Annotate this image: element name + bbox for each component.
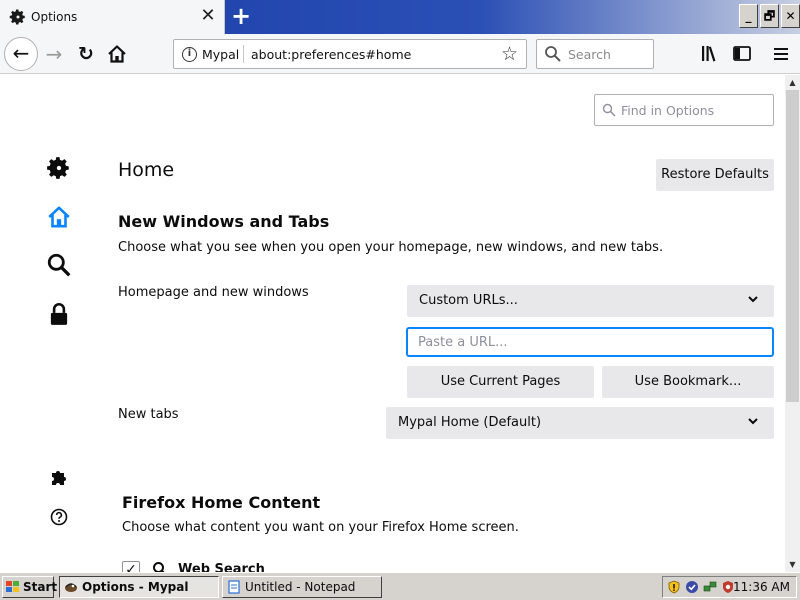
homepage-label: Homepage and new windows [118,285,309,300]
chevron-down-icon [748,296,758,303]
homepage-select-value: Custom URLs... [419,293,518,308]
new-tab-button[interactable]: + [229,3,253,29]
taskbar: Start Options - Mypal Untitled - Notepad [0,572,800,600]
homepage-url-input[interactable] [406,327,774,357]
notepad-icon [228,580,240,594]
tab-strip: Options ✕ + _ 🗗 ✕ [0,0,800,34]
site-info-icon[interactable]: i [182,47,197,62]
security-center-icon[interactable] [685,580,699,594]
vertical-scrollbar[interactable]: ▲ ▼ [785,75,800,572]
gear-icon[interactable] [46,155,72,181]
url-text[interactable]: about:preferences#home [251,47,411,62]
new-tabs-select[interactable]: Mypal Home (Default) [386,407,774,439]
home-button[interactable] [105,42,129,66]
url-bar[interactable]: i Mypal about:preferences#home ☆ [173,39,527,69]
web-search-checkbox[interactable]: ✓ [122,561,140,572]
task-label: Untitled - Notepad [245,580,356,594]
tab-title: Options [31,10,78,24]
system-tray: 11:36 AM [662,576,797,598]
close-tab-icon[interactable]: ✕ [198,5,218,27]
restore-defaults-button[interactable]: Restore Defaults [656,159,774,191]
search-bar[interactable]: Search [536,39,654,69]
task-notepad[interactable]: Untitled - Notepad [222,576,382,598]
homepage-select[interactable]: Custom URLs... [407,285,774,317]
restore-button[interactable]: 🗗 [760,4,779,28]
search-placeholder: Search [568,47,611,62]
url-separator [243,45,244,63]
home-icon[interactable] [46,204,72,230]
start-label: Start [23,580,58,594]
new-windows-heading: New Windows and Tabs [118,212,330,231]
use-bookmark-button[interactable]: Use Bookmark... [602,366,774,398]
search-icon [602,103,616,117]
window-controls: _ 🗗 ✕ [737,4,800,30]
clock: 11:36 AM [733,580,790,594]
help-icon[interactable] [50,508,68,526]
back-button[interactable]: ← [4,37,38,71]
gear-icon [9,9,25,25]
site-identity-label[interactable]: Mypal [202,47,239,62]
home-content-description: Choose what content you want on your Fir… [122,520,519,535]
library-icon[interactable] [700,43,720,65]
scroll-up-arrow-icon[interactable]: ▲ [785,75,800,90]
home-content-heading: Firefox Home Content [122,493,321,512]
minimize-button[interactable]: _ [739,4,758,28]
shield-warning-icon[interactable] [667,580,681,594]
scroll-down-arrow-icon[interactable]: ▼ [785,557,800,572]
menu-icon[interactable] [772,43,790,65]
reload-button[interactable]: ↻ [74,42,98,66]
find-in-options-input[interactable]: Find in Options [594,94,774,126]
task-label: Options - Mypal [82,580,189,594]
task-mypal[interactable]: Options - Mypal [59,576,219,598]
lock-icon[interactable] [46,301,72,327]
search-icon[interactable] [46,252,72,278]
search-icon [545,46,561,62]
start-button[interactable]: Start [2,576,58,598]
use-current-pages-button[interactable]: Use Current Pages [407,366,594,398]
windows-flag-icon [6,581,19,592]
bookmark-star-icon[interactable]: ☆ [501,43,518,65]
sidebar-toggle-icon[interactable] [732,43,752,65]
page-title: Home [118,159,175,181]
find-placeholder: Find in Options [621,103,715,118]
network-icon[interactable] [703,580,717,594]
mypal-browser-icon [65,583,77,592]
search-icon [153,562,165,572]
chevron-down-icon [748,418,758,425]
web-search-label: Web Search [178,562,265,572]
forward-button[interactable]: → [42,42,66,66]
new-windows-description: Choose what you see when you open your h… [118,240,664,255]
new-tabs-select-value: Mypal Home (Default) [398,415,542,430]
scrollbar-thumb[interactable] [786,90,799,402]
new-tabs-label: New tabs [118,407,179,422]
close-window-button[interactable]: ✕ [781,4,800,28]
navigation-toolbar: ← → ↻ i Mypal about:preferences#home ☆ S… [0,34,800,74]
tab-options[interactable]: Options ✕ [0,0,225,34]
homepage-url-field[interactable] [408,329,772,355]
puzzle-icon[interactable] [49,467,69,487]
preferences-content: Find in Options Home Restore Defaults Ne… [0,75,785,572]
